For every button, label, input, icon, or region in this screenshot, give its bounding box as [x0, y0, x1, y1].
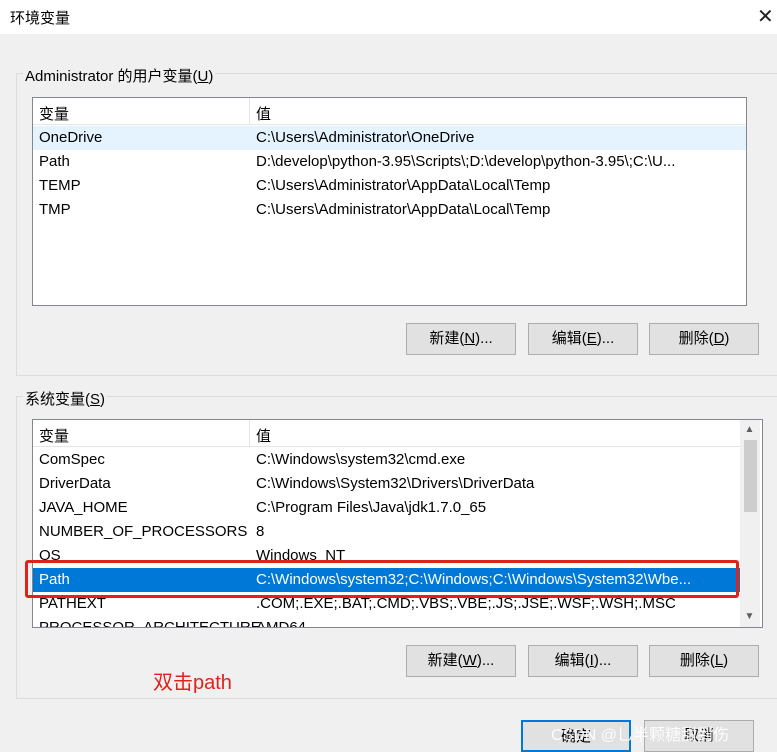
system-variables-label: 系统变量(S)	[23, 388, 108, 409]
list-header: 变量 值	[33, 420, 740, 447]
list-item[interactable]: JAVA_HOME C:\Program Files\Java\jdk1.7.0…	[33, 496, 740, 520]
user-edit-button[interactable]: 编辑(E)...	[528, 323, 638, 355]
list-item[interactable]: Path D:\develop\python-3.95\Scripts\;D:\…	[33, 150, 746, 174]
user-delete-button[interactable]: 删除(D)	[649, 323, 759, 355]
column-divider[interactable]	[249, 98, 250, 124]
list-item[interactable]: NUMBER_OF_PROCESSORS 8	[33, 520, 740, 544]
system-delete-button[interactable]: 删除(L)	[649, 645, 759, 677]
title-bar: 环境变量 ✕	[0, 0, 777, 34]
scroll-down-icon[interactable]: ▼	[741, 608, 758, 625]
user-variables-list[interactable]: 变量 值 OneDrive C:\Users\Administrator\One…	[32, 97, 747, 306]
column-header-value[interactable]: 值	[256, 425, 271, 446]
list-item[interactable]: OneDrive C:\Users\Administrator\OneDrive	[33, 126, 746, 150]
close-icon[interactable]: ✕	[757, 4, 774, 29]
watermark-text: CSDN @乚半颗糖甜到伤	[551, 727, 730, 744]
system-edit-button[interactable]: 编辑(I)...	[528, 645, 638, 677]
vertical-scrollbar[interactable]: ▲ ▼	[740, 420, 760, 627]
column-header-value[interactable]: 值	[256, 103, 271, 124]
list-item[interactable]: TMP C:\Users\Administrator\AppData\Local…	[33, 198, 746, 222]
system-new-button[interactable]: 新建(W)...	[406, 645, 516, 677]
annotation-text: 双击path	[153, 672, 232, 694]
list-header: 变量 值	[33, 98, 746, 125]
user-new-button[interactable]: 新建(N)...	[406, 323, 516, 355]
scrollbar-thumb[interactable]	[744, 440, 757, 512]
column-divider[interactable]	[249, 420, 250, 446]
list-item[interactable]: TEMP C:\Users\Administrator\AppData\Loca…	[33, 174, 746, 198]
highlight-box	[25, 560, 739, 598]
list-item[interactable]: DriverData C:\Windows\System32\Drivers\D…	[33, 472, 740, 496]
list-item[interactable]: PROCESSOR_ARCHITECTURE AMD64	[33, 616, 740, 627]
window-title: 环境变量	[10, 10, 71, 27]
user-variables-label: Administrator 的用户变量(U)	[23, 65, 216, 86]
column-header-variable[interactable]: 变量	[39, 103, 69, 124]
list-item[interactable]: ComSpec C:\Windows\system32\cmd.exe	[33, 448, 740, 472]
column-header-variable[interactable]: 变量	[39, 425, 69, 446]
scroll-up-icon[interactable]: ▲	[741, 421, 758, 438]
